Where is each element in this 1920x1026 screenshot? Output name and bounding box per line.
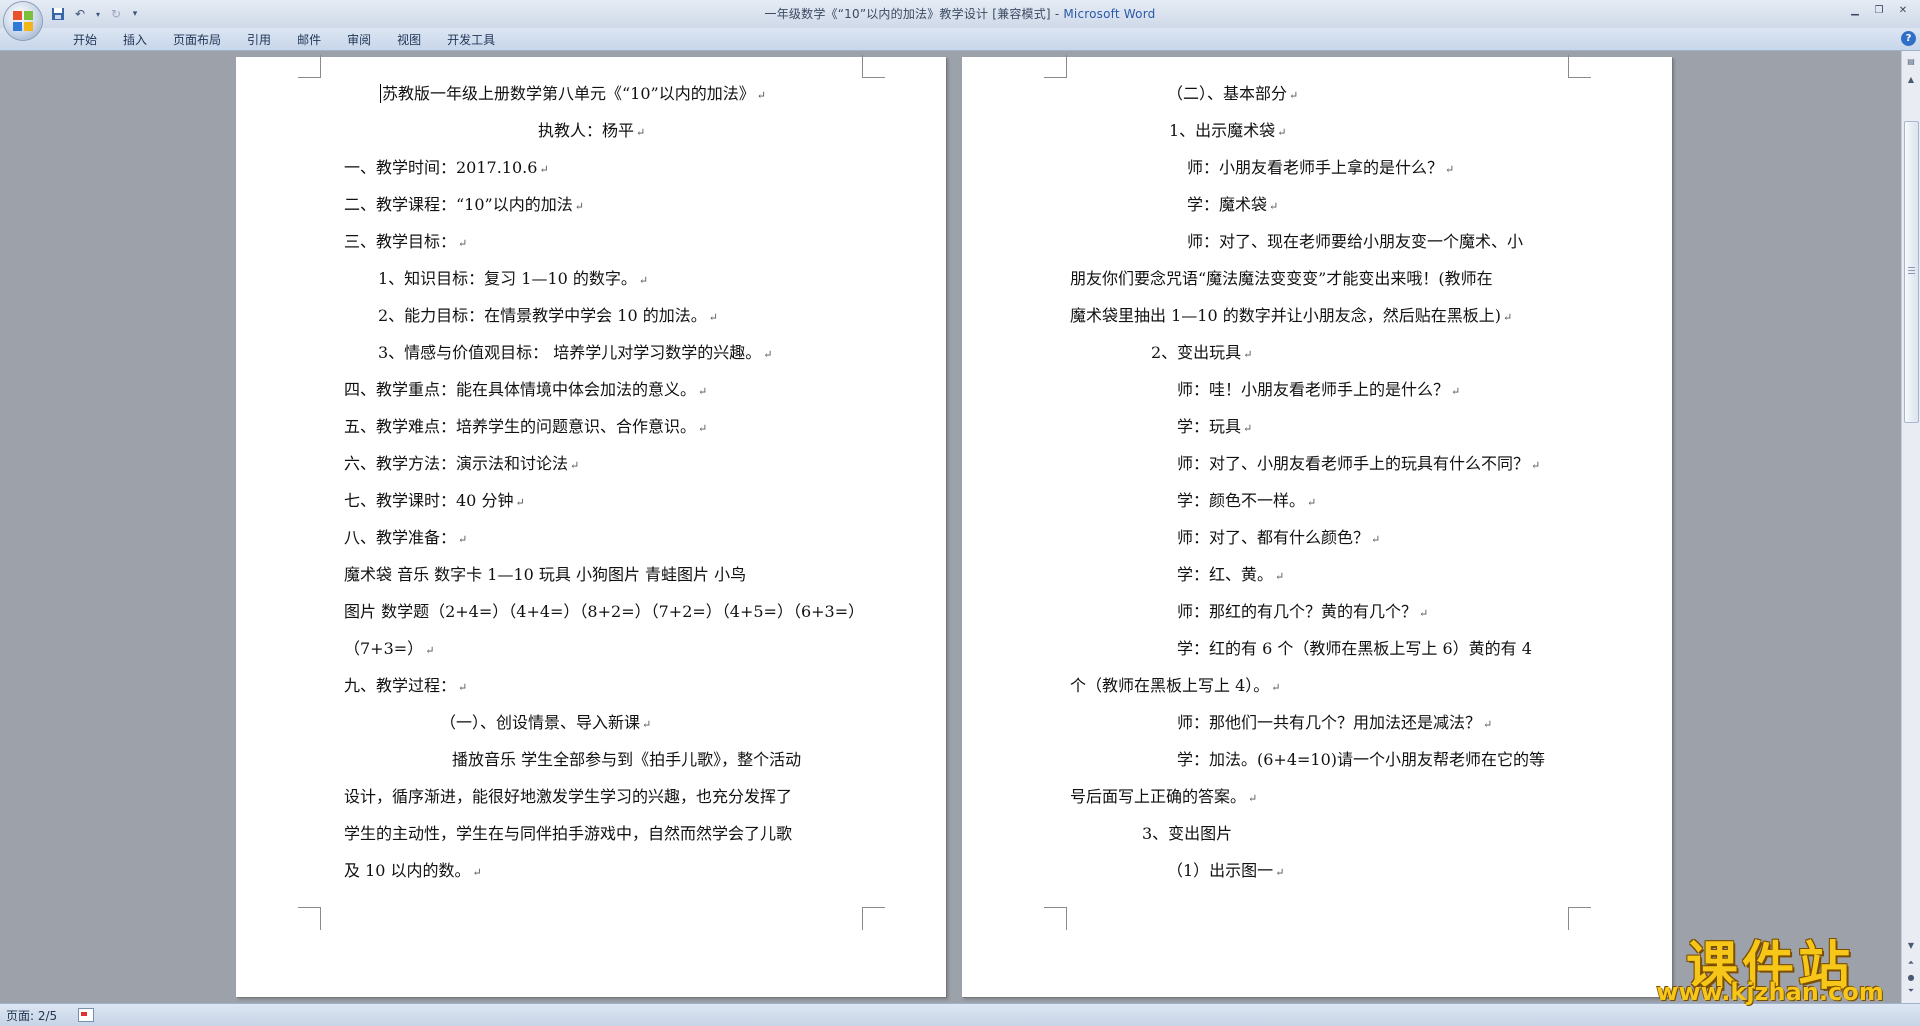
minimize-icon[interactable]: ▁ xyxy=(1844,2,1866,18)
tab-review[interactable]: 审阅 xyxy=(334,30,384,50)
doc-line: 图片 数学题（2+4=）（4+4=）（8+2=）（7+2=）（4+5=）（6+3… xyxy=(344,602,865,621)
doc-line: 师：对了、都有什么颜色？ ↵ xyxy=(1177,528,1381,547)
doc-line: 3、变出图片 xyxy=(1142,824,1233,843)
doc-line: 一、教学时间：2017.10.6 ↵ xyxy=(344,158,549,177)
crop-mark xyxy=(298,55,321,78)
doc-line: 1、出示魔术袋 ↵ xyxy=(1169,121,1287,140)
doc-line: 学：魔术袋 ↵ xyxy=(1187,195,1279,214)
close-icon[interactable]: ✕ xyxy=(1892,2,1914,18)
doc-line: 师：对了、小朋友看老师手上的玩具有什么不同？ ↵ xyxy=(1177,454,1541,473)
page-indicator[interactable]: 页面: 2/5 xyxy=(6,1007,57,1024)
tab-page-layout[interactable]: 页面布局 xyxy=(160,30,234,50)
next-page-icon[interactable]: ⏷ xyxy=(1903,983,1919,999)
document-workspace: 苏教版一年级上册数学第八单元《“10”以内的加法》 ↵ 执教人：杨平 ↵ 一、教学时… xyxy=(0,51,1902,1003)
tab-developer[interactable]: 开发工具 xyxy=(434,30,508,50)
doc-line: 朋友你们要念咒语“魔法魔法变变变”才能变出来哦！(教师在 xyxy=(1070,269,1493,288)
doc-line: 九、教学过程： ↵ xyxy=(344,676,468,695)
document-page-right[interactable]: （二）、基本部分 ↵ 1、出示魔术袋 ↵ 师：小朋友看老师手上拿的是什么？ ↵ 学：魔… xyxy=(962,55,1672,997)
doc-line: 魔术袋里抽出 1—10 的数字并让小朋友念，然后贴在黑板上) ↵ xyxy=(1070,306,1513,325)
doc-line: 执教人：杨平 ↵ xyxy=(538,121,646,140)
window-title-document: 一年级数学《“10”以内的加法》教学设计 [兼容模式] - xyxy=(764,7,1064,21)
scrollbar-thumb[interactable] xyxy=(1904,121,1919,423)
title-bar: ↶ ▾ ↻ ▾ 一年级数学《“10”以内的加法》教学设计 [兼容模式] - Mi… xyxy=(0,0,1920,40)
text-cursor xyxy=(380,84,381,103)
doc-line: 八、教学准备： ↵ xyxy=(344,528,468,547)
doc-line: 学：加法。(6+4=10)请一个小朋友帮老师在它的等 xyxy=(1177,750,1546,769)
help-icon[interactable]: ? xyxy=(1901,31,1916,46)
window-title: 一年级数学《“10”以内的加法》教学设计 [兼容模式] - Microsoft … xyxy=(0,5,1920,22)
office-logo-icon xyxy=(13,11,33,31)
doc-line: 二、教学课程：“10”以内的加法 ↵ xyxy=(344,195,584,214)
ribbon-tabs-bar: 开始 插入 页面布局 引用 邮件 审阅 视图 开发工具 ? xyxy=(0,28,1920,51)
scroll-up-icon[interactable]: ▲ xyxy=(1903,71,1919,87)
doc-line: （一）、创设情景、导入新课 ↵ xyxy=(440,713,652,732)
status-bar: 页面: 2/5 xyxy=(0,1003,1920,1026)
doc-line: 四、教学重点：能在具体情境中体会加法的意义。 ↵ xyxy=(344,380,708,399)
doc-line: 师：小朋友看老师手上拿的是什么？ ↵ xyxy=(1187,158,1455,177)
doc-line: 个（教师在黑板上写上 4）。 ↵ xyxy=(1070,676,1281,695)
doc-line: 师：哇！小朋友看老师手上的是什么？ ↵ xyxy=(1177,380,1461,399)
doc-line: 学：红的有 6 个（教师在黑板上写上 6）黄的有 4 xyxy=(1177,639,1532,658)
doc-line: 学：颜色不一样。 ↵ xyxy=(1177,491,1317,510)
tab-references[interactable]: 引用 xyxy=(234,30,284,50)
ribbon-tabs: 开始 插入 页面布局 引用 邮件 审阅 视图 开发工具 xyxy=(60,30,508,50)
scroll-down-icon[interactable]: ▼ xyxy=(1903,937,1919,953)
doc-line: 2、能力目标：在情景教学中学会 10 的加法。 ↵ xyxy=(378,306,718,325)
doc-line: 师：对了、现在老师要给小朋友变一个魔术、小 xyxy=(1187,232,1524,251)
doc-line: 学：玩具 ↵ xyxy=(1177,417,1253,436)
watermark-url: www.kjzhan.com xyxy=(1656,978,1884,1006)
doc-line: 学：红、黄。 ↵ xyxy=(1177,565,1285,584)
doc-line: 七、教学课时：40 分钟 ↵ xyxy=(344,491,525,510)
doc-line: 3、情感与价值观目标： 培养学儿对学习数学的兴趣。 ↵ xyxy=(378,343,773,362)
crop-mark xyxy=(1044,55,1067,78)
doc-line: 五、教学难点：培养学生的问题意识、合作意识。 ↵ xyxy=(344,417,708,436)
window-controls: ▁ ❐ ✕ xyxy=(1844,2,1914,18)
crop-mark xyxy=(298,907,321,930)
doc-line: 师：那红的有几个？黄的有几个？ ↵ xyxy=(1177,602,1429,621)
office-button[interactable] xyxy=(4,2,42,40)
doc-line: （7+3=） ↵ xyxy=(344,639,435,658)
tab-mailings[interactable]: 邮件 xyxy=(284,30,334,50)
doc-line: 师：那他们一共有几个？用加法还是减法？ ↵ xyxy=(1177,713,1493,732)
doc-line: （1）出示图一 ↵ xyxy=(1167,861,1285,880)
window-title-app: Microsoft Word xyxy=(1063,7,1156,21)
doc-line: 号后面写上正确的答案。 ↵ xyxy=(1070,787,1258,806)
crop-mark xyxy=(1568,55,1591,78)
doc-line: 学生的主动性，学生在与同伴拍手游戏中，自然而然学会了儿歌 xyxy=(344,824,793,843)
doc-line: （二）、基本部分 ↵ xyxy=(1167,84,1299,103)
doc-title-line: 苏教版一年级上册数学第八单元《“10”以内的加法》 ↵ xyxy=(380,84,766,103)
document-page-left[interactable]: 苏教版一年级上册数学第八单元《“10”以内的加法》 ↵ 执教人：杨平 ↵ 一、教学时… xyxy=(236,55,946,997)
doc-line: 三、教学目标： ↵ xyxy=(344,232,468,251)
tab-home[interactable]: 开始 xyxy=(60,30,110,50)
doc-line: 1、知识目标：复习 1—10 的数字。 ↵ xyxy=(378,269,649,288)
doc-line: 六、教学方法：演示法和讨论法 ↵ xyxy=(344,454,580,473)
crop-mark xyxy=(862,907,885,930)
crop-mark xyxy=(1044,907,1067,930)
doc-line: 魔术袋 音乐 数字卡 1—10 玩具 小狗图片 青蛙图片 小鸟 xyxy=(344,565,747,584)
ruler-toggle-icon[interactable]: ▤ xyxy=(1903,53,1919,69)
doc-line: 及 10 以内的数。 ↵ xyxy=(344,861,482,880)
tab-insert[interactable]: 插入 xyxy=(110,30,160,50)
crop-mark xyxy=(1568,907,1591,930)
doc-line: 设计，循序渐进，能很好地激发学生学习的兴趣，也充分发挥了 xyxy=(344,787,793,806)
tab-view[interactable]: 视图 xyxy=(384,30,434,50)
proofing-status-icon[interactable] xyxy=(78,1008,94,1022)
vertical-scrollbar[interactable]: ▤ ▲ ▼ ⏶ ● ⏷ xyxy=(1901,51,1920,1003)
restore-icon[interactable]: ❐ xyxy=(1868,2,1890,18)
doc-line: 2、变出玩具 ↵ xyxy=(1151,343,1253,362)
doc-line: 播放音乐 学生全部参与到《拍手儿歌》，整个活动 xyxy=(452,750,802,769)
watermark-logo: 课件站 www.kjzhan.com xyxy=(1650,928,1890,1006)
crop-mark xyxy=(862,55,885,78)
